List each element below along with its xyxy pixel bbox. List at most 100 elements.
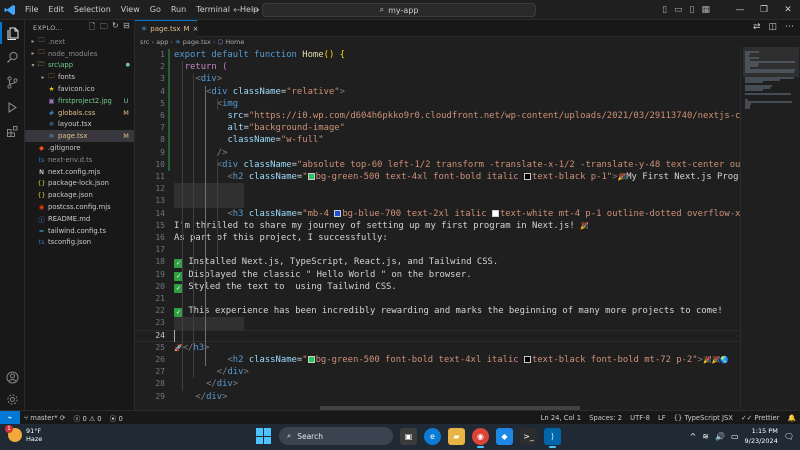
code-line[interactable]: <h3 className="mb-4 bg-blue-700 text-2xl… <box>174 208 740 220</box>
terminal-icon[interactable]: >_ <box>520 427 537 445</box>
file-tree-item[interactable]: Nnext.config.mjs <box>25 166 134 178</box>
menu-terminal[interactable]: Terminal <box>191 0 235 20</box>
menu-run[interactable]: Run <box>166 0 191 20</box>
customize-layout-icon[interactable]: ▦ <box>701 5 710 15</box>
collapse-all-icon[interactable]: ⊟ <box>123 21 130 35</box>
file-tree-item[interactable]: ⚛ layout.tsx <box>25 119 134 131</box>
task-view-icon[interactable]: ▣ <box>400 427 417 445</box>
formatter-status[interactable]: ✓✓ Prettier <box>737 414 784 422</box>
restore-icon[interactable]: ❐ <box>752 5 776 15</box>
end-of-line[interactable]: LF <box>654 414 670 422</box>
vscode-taskbar-icon[interactable]: ⟩ <box>544 427 561 448</box>
color-swatch[interactable] <box>307 173 315 180</box>
menu-edit[interactable]: Edit <box>43 0 69 20</box>
menu-go[interactable]: Go <box>145 0 166 20</box>
code-editor[interactable]: 1 export default function Home() {2 retur… <box>135 47 740 410</box>
explorer-icon[interactable] <box>0 22 25 44</box>
tab-close-icon[interactable]: × <box>193 25 199 33</box>
file-tree-item[interactable]: ▸ 🗀 node_modules <box>25 48 134 60</box>
settings-gear-icon[interactable] <box>0 388 25 410</box>
battery-icon[interactable]: ▭ <box>731 432 739 441</box>
code-line[interactable]: As part of this project, I successfully: <box>174 232 388 244</box>
code-line[interactable]: </div> <box>174 391 227 403</box>
toggle-panel-icon[interactable]: ▭ <box>674 5 683 15</box>
close-window-icon[interactable]: ✕ <box>776 5 800 15</box>
command-center-search[interactable]: ⌕ my-app <box>262 3 536 17</box>
wifi-icon[interactable]: ≋ <box>702 432 709 441</box>
extensions-icon[interactable] <box>0 120 25 142</box>
notification-center-icon[interactable]: 🗨 <box>784 432 794 441</box>
taskbar-search[interactable]: ⌕ Search <box>279 427 393 445</box>
file-tree-item[interactable]: ts next-env.d.ts <box>25 154 134 166</box>
code-line[interactable]: ✓ Displayed the classic " Hello World " … <box>174 269 472 281</box>
file-tree-item[interactable]: ◆ .gitignore <box>25 142 134 154</box>
minimap[interactable] <box>740 47 800 410</box>
menu-file[interactable]: File <box>20 0 43 20</box>
menu-view[interactable]: View <box>116 0 145 20</box>
chrome-browser-icon[interactable]: ◉ <box>472 427 489 448</box>
toggle-sidebar-icon[interactable]: ▯ <box>662 5 667 15</box>
menu-selection[interactable]: Selection <box>69 0 116 20</box>
code-line[interactable]: <h2 className=" bg-green-500 text-4xl fon… <box>174 171 740 183</box>
file-tree-item[interactable]: ▾ 🗁 src\app ● <box>25 60 134 72</box>
code-line[interactable]: <h2 className=" bg-green-500 font-bold te… <box>174 354 729 366</box>
file-tree-item[interactable]: ▣ firstproject2.jpg U <box>25 95 134 107</box>
language-mode[interactable]: {} TypeScript JSX <box>670 414 737 422</box>
indentation[interactable]: Spaces: 2 <box>585 414 626 422</box>
file-explorer-icon[interactable]: ▰ <box>448 427 465 445</box>
file-tree-item[interactable]: # globals.css M <box>25 107 134 119</box>
problems-indicator[interactable]: ⓧ 0 ⚠ 0 <box>70 413 106 423</box>
search-view-icon[interactable] <box>0 46 25 68</box>
color-swatch[interactable] <box>307 356 315 363</box>
file-tree-item[interactable]: ≈ tailwind.config.ts <box>25 225 134 237</box>
tray-chevron-up-icon[interactable]: ^ <box>690 432 697 441</box>
branch-indicator[interactable]: ⑂ master* ⟳ <box>20 414 70 422</box>
toggle-secondary-sidebar-icon[interactable]: ▯ <box>690 5 695 15</box>
breadcrumb-app[interactable]: app <box>156 38 168 46</box>
code-line[interactable]: <div className="absolute top-60 left-1/2… <box>174 159 740 171</box>
code-line[interactable]: export default function Home() { <box>174 49 345 61</box>
more-actions-icon[interactable]: ⋯ <box>785 22 794 32</box>
code-line[interactable]: ✓ This experience has been incredibly re… <box>174 305 723 318</box>
cursor-position[interactable]: Ln 24, Col 1 <box>537 414 586 422</box>
chevron-icon[interactable]: ▾ <box>29 62 37 69</box>
file-tree-item[interactable]: ★ favicon.ico <box>25 83 134 95</box>
encoding[interactable]: UTF-8 <box>626 414 654 422</box>
code-line[interactable]: <img <box>174 98 238 110</box>
color-swatch[interactable] <box>491 209 499 217</box>
new-folder-icon[interactable]: 🗀 <box>100 21 108 35</box>
code-line[interactable]: ✓ Installed Next.js, TypeScript, React.j… <box>174 256 498 269</box>
forward-arrow-icon[interactable]: → <box>251 5 259 16</box>
tab-page-tsx[interactable]: ⚛ page.tsx M × <box>135 20 199 37</box>
source-control-icon[interactable] <box>0 71 25 93</box>
file-tree-item[interactable]: ⓘ README.md <box>25 213 134 225</box>
edge-browser-icon[interactable]: e <box>424 427 441 445</box>
file-tree-item[interactable]: ⚛ page.tsx M <box>25 130 134 143</box>
system-clock[interactable]: 1:15 PM 9/23/2024 <box>745 426 778 446</box>
color-swatch[interactable] <box>523 173 531 180</box>
file-tree-item[interactable]: ▸ 🗀 .next <box>25 36 134 48</box>
code-line[interactable]: </div> <box>174 366 249 378</box>
remote-indicator-icon[interactable]: ⌁ <box>0 410 20 425</box>
code-line[interactable]: alt="background-image" <box>174 122 345 134</box>
file-tree-item[interactable]: ts tsconfig.json <box>25 237 134 249</box>
file-tree-item[interactable]: {} package-lock.json <box>25 178 134 190</box>
breadcrumb-file[interactable]: page.tsx <box>183 38 211 46</box>
code-line[interactable]: ✓ Styled the text to using Tailwind CSS. <box>174 281 397 293</box>
chevron-icon[interactable]: ▸ <box>29 50 37 57</box>
minimize-icon[interactable]: — <box>728 5 752 15</box>
ports-indicator[interactable]: ⦿ 0 <box>106 413 127 423</box>
volume-icon[interactable]: 🔊 <box>715 432 725 441</box>
file-tree-item[interactable]: {} package.json <box>25 189 134 201</box>
code-line[interactable]: src="https://i0.wp.com/d604h6pkko9r0.clo… <box>174 110 740 122</box>
chevron-icon[interactable]: ▸ <box>39 74 47 81</box>
account-icon[interactable] <box>0 366 25 388</box>
new-file-icon[interactable]: 🗋 <box>89 21 96 35</box>
run-debug-icon[interactable] <box>0 96 25 118</box>
file-tree-item[interactable]: ◉ postcss.config.mjs <box>25 201 134 213</box>
code-line[interactable]: </div> <box>174 378 238 390</box>
code-line[interactable]: I'm thrilled to share my journey of sett… <box>174 220 589 232</box>
file-tree-item[interactable]: ▸ 🗀 fonts <box>25 71 134 83</box>
notifications-bell-icon[interactable]: 🔔 <box>784 414 800 422</box>
split-editor-icon[interactable]: ◫ <box>768 22 777 32</box>
